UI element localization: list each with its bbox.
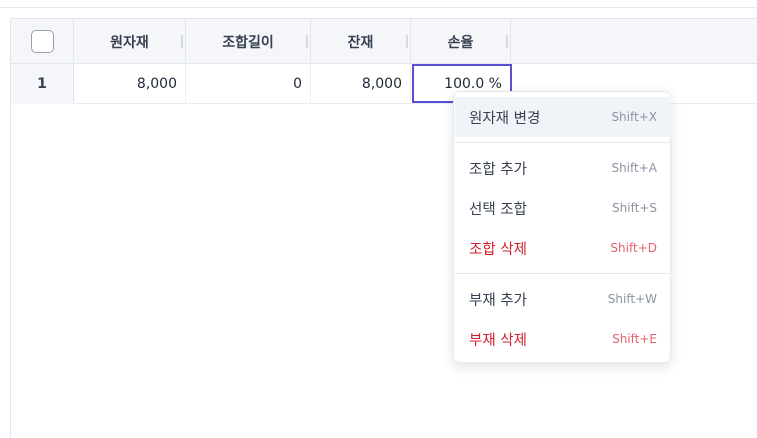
select-all-checkbox[interactable] bbox=[30, 30, 54, 53]
header-label: 잔재 bbox=[347, 34, 374, 51]
column-resize-handle[interactable] bbox=[406, 35, 408, 48]
menu-item-shortcut: Shift+X bbox=[611, 110, 657, 124]
menu-item-label: 부재 삭제 bbox=[469, 332, 527, 349]
menu-item-delete-combination[interactable]: 조합 삭제 Shift+D bbox=[455, 228, 671, 268]
menu-item-select-combination[interactable]: 선택 조합 Shift+S bbox=[455, 188, 671, 228]
cell-remainder[interactable]: 8,000 bbox=[311, 64, 411, 104]
menu-separator bbox=[455, 273, 671, 274]
header-select-all bbox=[11, 19, 74, 64]
header-loss-rate[interactable]: 손율 bbox=[411, 19, 511, 64]
cell-raw-material[interactable]: 8,000 bbox=[74, 64, 186, 104]
header-label: 원자재 bbox=[110, 34, 149, 51]
menu-item-label: 조합 추가 bbox=[469, 161, 527, 178]
menu-separator bbox=[455, 142, 671, 143]
menu-item-label: 조합 삭제 bbox=[469, 241, 527, 258]
grid-header: 원자재 조합길이 잔재 손율 bbox=[11, 19, 757, 64]
menu-item-shortcut: Shift+D bbox=[610, 241, 657, 255]
header-label: 손율 bbox=[447, 34, 474, 51]
menu-item-delete-member[interactable]: 부재 삭제 Shift+E bbox=[455, 319, 671, 359]
menu-item-shortcut: Shift+A bbox=[611, 161, 657, 175]
menu-item-shortcut: Shift+E bbox=[612, 332, 657, 346]
top-divider bbox=[0, 7, 757, 8]
menu-item-shortcut: Shift+S bbox=[612, 201, 657, 215]
column-resize-handle[interactable] bbox=[306, 35, 308, 48]
header-combined-length[interactable]: 조합길이 bbox=[186, 19, 311, 64]
header-remainder[interactable]: 잔재 bbox=[311, 19, 411, 64]
row-number: 1 bbox=[11, 64, 74, 104]
menu-item-add-member[interactable]: 부재 추가 Shift+W bbox=[455, 279, 671, 319]
header-raw-material[interactable]: 원자재 bbox=[74, 19, 186, 64]
cell-combined-length[interactable]: 0 bbox=[186, 64, 311, 104]
menu-item-label: 원자재 변경 bbox=[469, 110, 541, 127]
menu-item-change-raw-material[interactable]: 원자재 변경 Shift+X bbox=[455, 97, 671, 137]
header-label: 조합길이 bbox=[222, 34, 274, 51]
column-resize-handle[interactable] bbox=[181, 35, 183, 48]
menu-item-add-combination[interactable]: 조합 추가 Shift+A bbox=[455, 148, 671, 188]
menu-item-label: 선택 조합 bbox=[469, 201, 527, 218]
menu-item-label: 부재 추가 bbox=[469, 292, 527, 309]
column-resize-handle[interactable] bbox=[506, 35, 508, 48]
menu-item-shortcut: Shift+W bbox=[607, 292, 657, 306]
context-menu: 원자재 변경 Shift+X 조합 추가 Shift+A 선택 조합 Shift… bbox=[453, 91, 671, 363]
